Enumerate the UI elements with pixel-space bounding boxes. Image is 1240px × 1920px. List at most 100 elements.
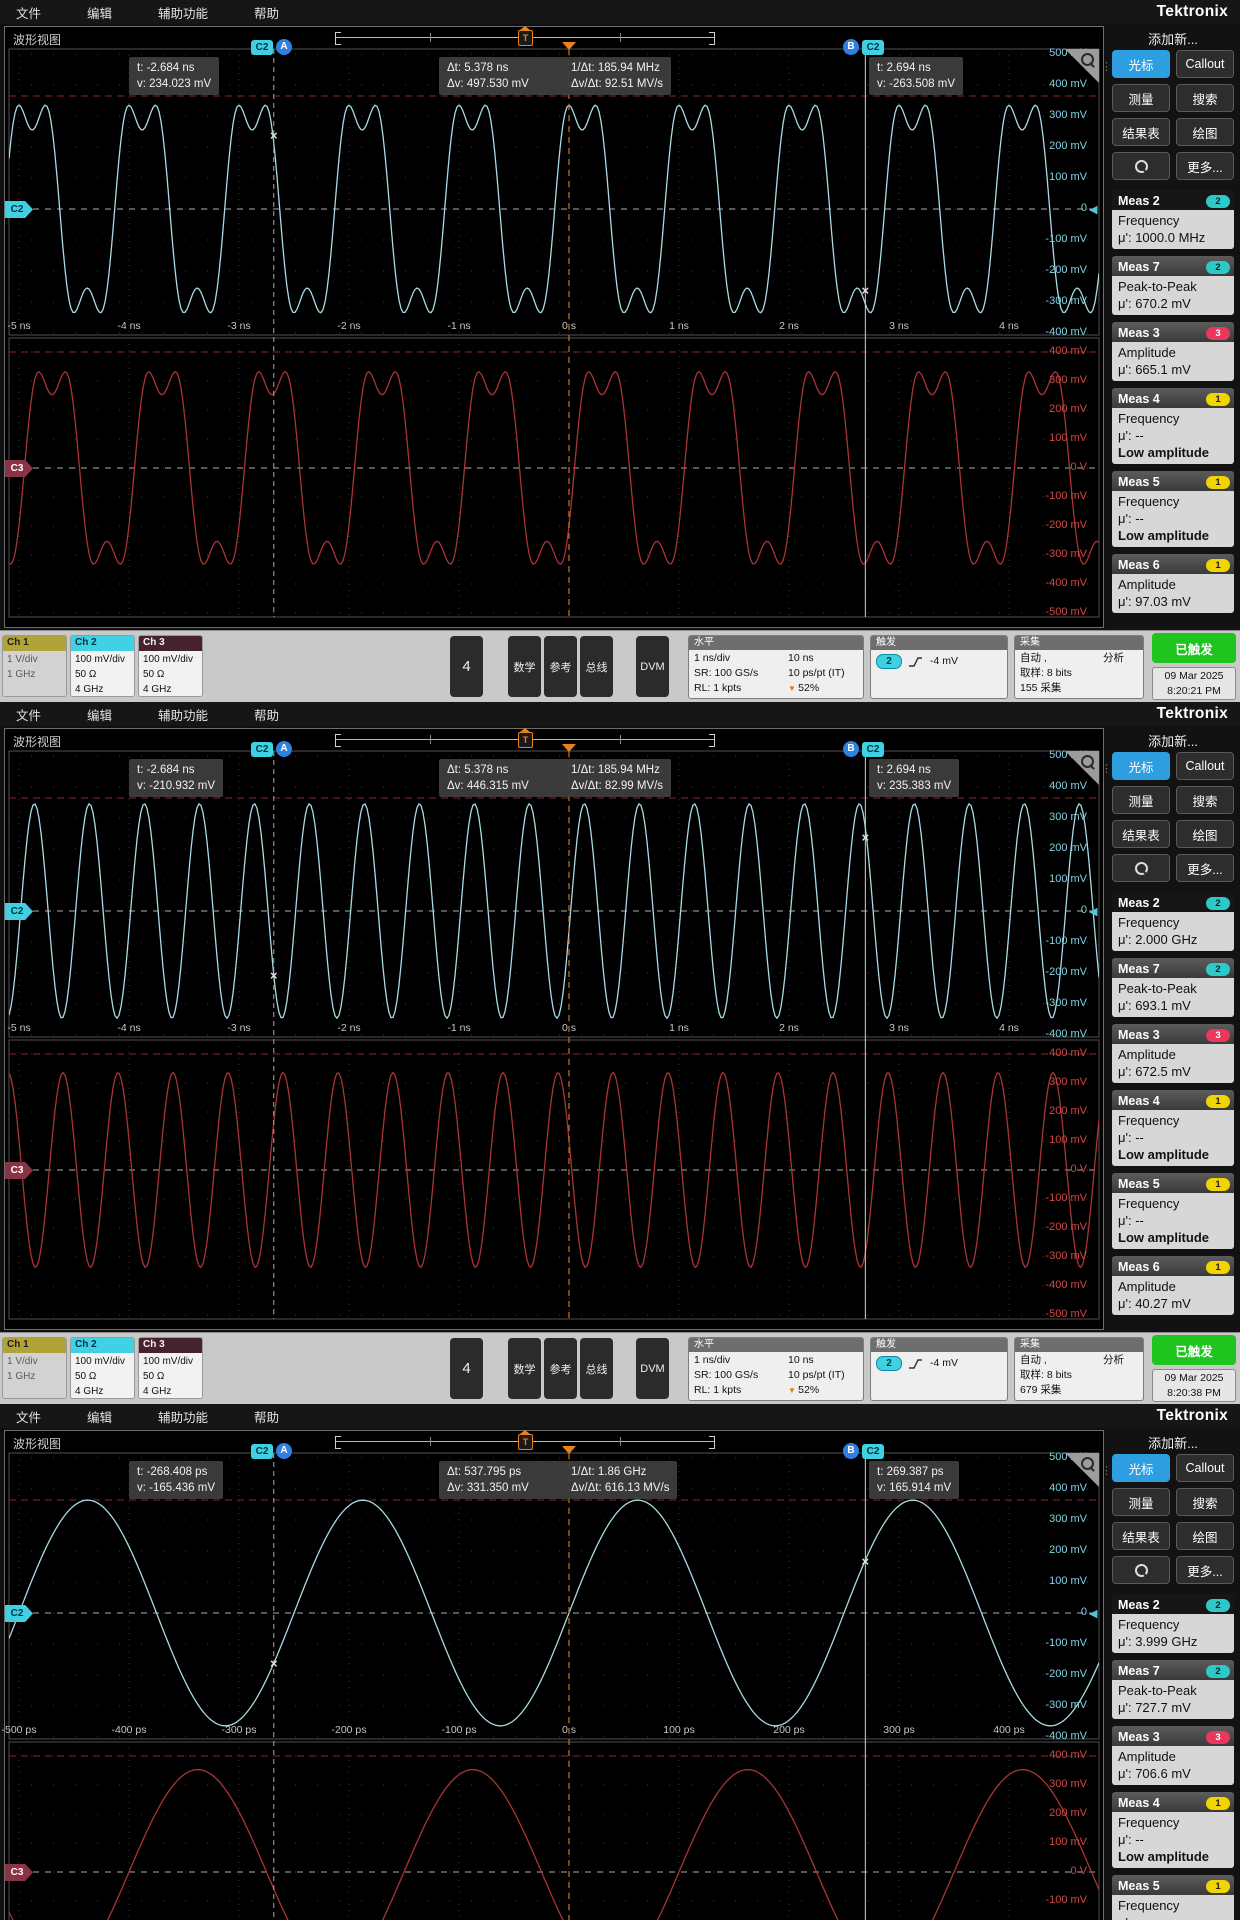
sidebar-button-7[interactable]: 更多...: [1176, 1556, 1234, 1584]
sidebar-button-7[interactable]: 更多...: [1176, 854, 1234, 882]
channel-card-3[interactable]: Ch 3100 mV/div50 Ω4 GHz: [138, 635, 203, 697]
channel-card-2[interactable]: Ch 2100 mV/div50 Ω4 GHz: [70, 1337, 135, 1399]
menu-item-2[interactable]: 辅助功能: [158, 1407, 208, 1426]
meas-card-header[interactable]: Meas 33: [1112, 1726, 1234, 1746]
meas-card-header[interactable]: Meas 41: [1112, 1090, 1234, 1110]
sidebar-button-2[interactable]: 测量: [1112, 84, 1170, 112]
aux-button-4[interactable]: DVM: [636, 1338, 669, 1399]
horizontal-settings-box[interactable]: 水平1 ns/div10 nsSR: 100 GS/s10 ps/pt (IT)…: [688, 1337, 864, 1401]
meas-list-handle[interactable]: ⋮: [1101, 1464, 1111, 1477]
menu-item-3[interactable]: 帮助: [254, 1407, 279, 1426]
aux-button-2[interactable]: 参考: [544, 1338, 577, 1399]
sidebar-button-4[interactable]: 结果表: [1112, 1522, 1170, 1550]
sidebar-button-1[interactable]: Callout: [1176, 752, 1234, 780]
sidebar-button-zoom-area-icon[interactable]: [1112, 1556, 1170, 1584]
cursor-b-badge[interactable]: B: [843, 741, 859, 757]
menu-item-3[interactable]: 帮助: [254, 705, 279, 724]
menu-item-1[interactable]: 编辑: [87, 1407, 112, 1426]
meas-card[interactable]: Meas 51Frequencyμ': --Low amplitude: [1112, 471, 1234, 547]
acquisition-settings-box[interactable]: 采集自动 ,分析取样: 8 bits679 采集: [1014, 1337, 1144, 1401]
cursor-a-badge[interactable]: A: [276, 1443, 292, 1459]
meas-card[interactable]: Meas 61Amplitudeμ': 40.27 mV: [1112, 1256, 1234, 1315]
meas-card-header[interactable]: Meas 51: [1112, 1875, 1234, 1895]
meas-card[interactable]: Meas 51Frequencyμ': --Low amplitude: [1112, 1875, 1234, 1920]
menu-item-2[interactable]: 辅助功能: [158, 705, 208, 724]
cursor-b-badge[interactable]: B: [843, 1443, 859, 1459]
menu-item-2[interactable]: 辅助功能: [158, 3, 208, 22]
cursor-a-readout[interactable]: t: -2.684 nsv: -210.932 mV: [129, 759, 223, 797]
channel-card-2[interactable]: Ch 2100 mV/div50 Ω4 GHz: [70, 635, 135, 697]
cursor-b-readout[interactable]: t: 2.694 nsv: -263.508 mV: [869, 57, 963, 95]
meas-card-header[interactable]: Meas 33: [1112, 322, 1234, 342]
meas-card-header[interactable]: Meas 72: [1112, 256, 1234, 276]
meas-card[interactable]: Meas 41Frequencyμ': --Low amplitude: [1112, 1792, 1234, 1868]
menu-item-0[interactable]: 文件: [16, 705, 41, 724]
delta-readout[interactable]: Δt: 537.795 ps1/Δt: 1.86 GHzΔv: 331.350 …: [439, 1461, 677, 1499]
cursor-b-readout[interactable]: t: 269.387 psv: 165.914 mV: [869, 1461, 959, 1499]
meas-card-header[interactable]: Meas 51: [1112, 1173, 1234, 1193]
channel-card-1[interactable]: Ch 11 V/div1 GHz: [2, 635, 67, 697]
meas-card-header[interactable]: Meas 22: [1112, 1594, 1234, 1614]
aux-button-0[interactable]: 4: [450, 636, 483, 697]
meas-card[interactable]: Meas 41Frequencyμ': --Low amplitude: [1112, 1090, 1234, 1166]
menu-item-1[interactable]: 编辑: [87, 3, 112, 22]
aux-button-1[interactable]: 数学: [508, 636, 541, 697]
sidebar-button-0[interactable]: 光标: [1112, 752, 1170, 780]
trigger-settings-box[interactable]: 触发2-4 mV: [870, 1337, 1008, 1401]
aux-button-3[interactable]: 总线: [580, 1338, 613, 1399]
trigger-settings-box[interactable]: 触发2-4 mV: [870, 635, 1008, 699]
meas-card-header[interactable]: Meas 41: [1112, 388, 1234, 408]
aux-button-4[interactable]: DVM: [636, 636, 669, 697]
waveform-view[interactable]: 波形视图T500 mV400 mV300 mV200 mV100 mV0-100…: [4, 728, 1104, 1330]
meas-card-header[interactable]: Meas 33: [1112, 1024, 1234, 1044]
sidebar-button-3[interactable]: 搜索: [1176, 1488, 1234, 1516]
meas-list-handle[interactable]: ⋮: [1101, 60, 1111, 73]
aux-button-1[interactable]: 数学: [508, 1338, 541, 1399]
delta-readout[interactable]: Δt: 5.378 ns1/Δt: 185.94 MHzΔv: 497.530 …: [439, 57, 671, 95]
aux-button-2[interactable]: 参考: [544, 636, 577, 697]
channel-card-3[interactable]: Ch 3100 mV/div50 Ω4 GHz: [138, 1337, 203, 1399]
meas-card[interactable]: Meas 22Frequencyμ': 1000.0 MHz: [1112, 190, 1234, 249]
sidebar-button-0[interactable]: 光标: [1112, 1454, 1170, 1482]
sidebar-button-zoom-area-icon[interactable]: [1112, 152, 1170, 180]
meas-card-header[interactable]: Meas 51: [1112, 471, 1234, 491]
sidebar-button-1[interactable]: Callout: [1176, 50, 1234, 78]
meas-card[interactable]: Meas 41Frequencyμ': --Low amplitude: [1112, 388, 1234, 464]
cursor-a-badge[interactable]: A: [276, 39, 292, 55]
meas-card-header[interactable]: Meas 72: [1112, 1660, 1234, 1680]
meas-card[interactable]: Meas 22Frequencyμ': 3.999 GHz: [1112, 1594, 1234, 1653]
meas-card[interactable]: Meas 61Amplitudeμ': 97.03 mV: [1112, 554, 1234, 613]
aux-button-3[interactable]: 总线: [580, 636, 613, 697]
channel-card-1[interactable]: Ch 11 V/div1 GHz: [2, 1337, 67, 1399]
meas-card-header[interactable]: Meas 41: [1112, 1792, 1234, 1812]
menu-item-1[interactable]: 编辑: [87, 705, 112, 724]
menu-item-3[interactable]: 帮助: [254, 3, 279, 22]
sidebar-button-5[interactable]: 绘图: [1176, 118, 1234, 146]
sidebar-button-3[interactable]: 搜索: [1176, 84, 1234, 112]
delta-readout[interactable]: Δt: 5.378 ns1/Δt: 185.94 MHzΔv: 446.315 …: [439, 759, 671, 797]
sidebar-button-0[interactable]: 光标: [1112, 50, 1170, 78]
menu-item-0[interactable]: 文件: [16, 1407, 41, 1426]
meas-card[interactable]: Meas 33Amplitudeμ': 706.6 mV: [1112, 1726, 1234, 1785]
graticule-area[interactable]: [5, 1431, 1103, 1920]
meas-card-header[interactable]: Meas 61: [1112, 1256, 1234, 1276]
cursor-a-readout[interactable]: t: -2.684 nsv: 234.023 mV: [129, 57, 219, 95]
waveform-view[interactable]: 波形视图T500 mV400 mV300 mV200 mV100 mV0-100…: [4, 26, 1104, 628]
sidebar-button-7[interactable]: 更多...: [1176, 152, 1234, 180]
meas-card-header[interactable]: Meas 22: [1112, 190, 1234, 210]
sidebar-button-4[interactable]: 结果表: [1112, 118, 1170, 146]
cursor-a-badge[interactable]: A: [276, 741, 292, 757]
meas-card-header[interactable]: Meas 22: [1112, 892, 1234, 912]
meas-card[interactable]: Meas 33Amplitudeμ': 672.5 mV: [1112, 1024, 1234, 1083]
aux-button-0[interactable]: 4: [450, 1338, 483, 1399]
meas-card-header[interactable]: Meas 61: [1112, 554, 1234, 574]
meas-card-header[interactable]: Meas 72: [1112, 958, 1234, 978]
meas-list-handle[interactable]: ⋮: [1101, 762, 1111, 775]
sidebar-button-2[interactable]: 测量: [1112, 1488, 1170, 1516]
sidebar-button-5[interactable]: 绘图: [1176, 820, 1234, 848]
acquisition-settings-box[interactable]: 采集自动 ,分析取样: 8 bits155 采集: [1014, 635, 1144, 699]
sidebar-button-3[interactable]: 搜索: [1176, 786, 1234, 814]
cursor-b-readout[interactable]: t: 2.694 nsv: 235.383 mV: [869, 759, 959, 797]
sidebar-button-5[interactable]: 绘图: [1176, 1522, 1234, 1550]
horizontal-settings-box[interactable]: 水平1 ns/div10 nsSR: 100 GS/s10 ps/pt (IT)…: [688, 635, 864, 699]
